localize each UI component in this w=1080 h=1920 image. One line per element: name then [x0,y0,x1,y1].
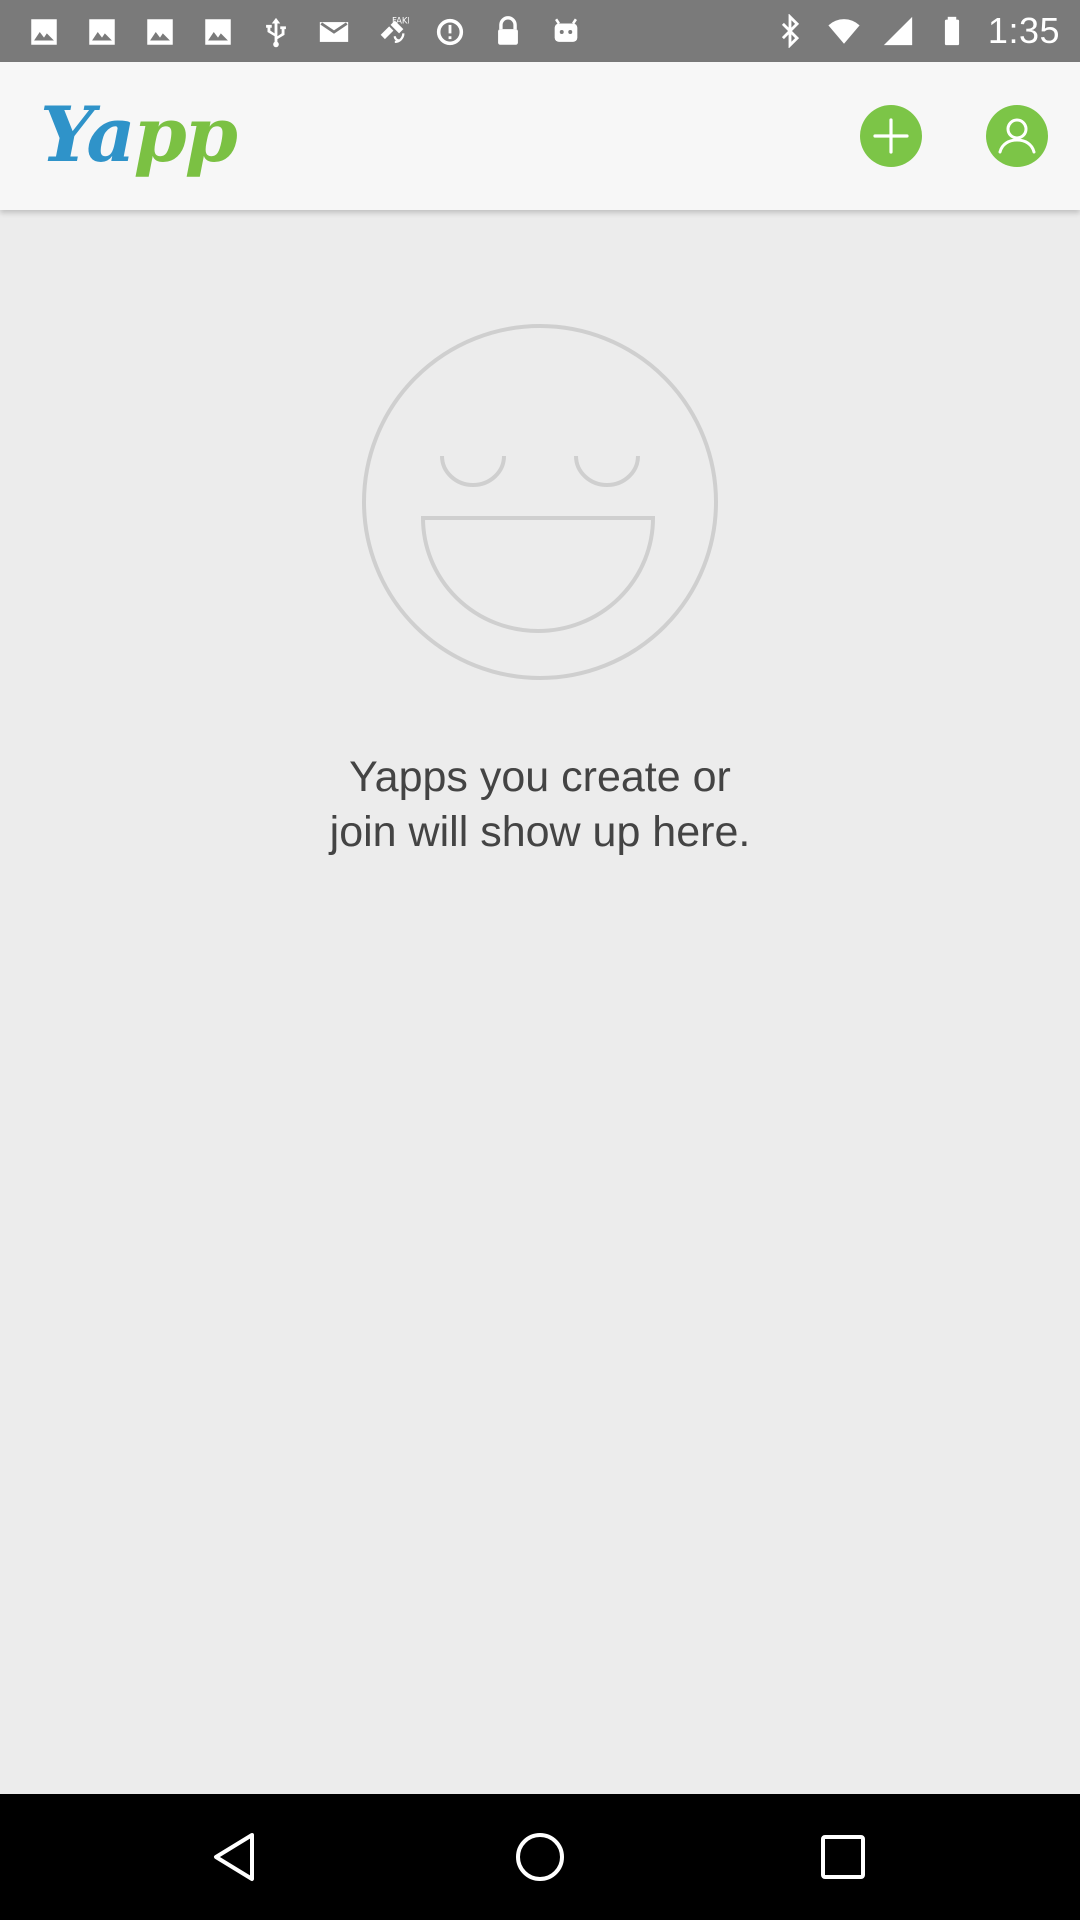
profile-button[interactable] [986,105,1048,167]
system-icons: 1:35 [772,10,1060,52]
logo-text-pp: pp [133,90,238,179]
photo-icon [142,14,178,50]
lock-icon [490,14,526,50]
navigation-bar [0,1794,1080,1920]
android-icon [548,14,584,50]
recents-button[interactable] [813,1827,873,1887]
fake-label: FAKE [392,17,409,27]
battery-icon [934,13,970,49]
data-saver-icon [432,14,468,50]
recents-icon [821,1835,865,1879]
photo-icon [84,14,120,50]
yapp-logo: Yapp [40,90,238,180]
photo-icon [26,14,62,50]
notification-icons: FAKE [26,14,584,50]
home-button[interactable] [510,1827,570,1887]
back-button[interactable] [206,1827,266,1887]
plus-icon [873,118,909,154]
bluetooth-icon [772,13,808,49]
satellite-fake-icon: FAKE [374,14,410,50]
photo-icon [200,14,236,50]
app-bar: Yapp [0,62,1080,210]
signal-icon [880,13,916,49]
logo-text-ya: Ya [40,90,136,179]
status-clock: 1:35 [987,10,1060,51]
back-icon [214,1833,254,1881]
user-icon [998,118,1036,154]
mail-icon [316,14,352,50]
usb-icon [258,14,294,50]
create-yapp-button[interactable] [860,105,922,167]
home-icon [516,1833,564,1881]
status-bar: FAKE 1:35 [0,0,1080,62]
empty-state-message: Yapps you create or join will show up he… [329,753,751,856]
smiley-face-icon [360,322,720,682]
wifi-icon [826,13,862,49]
